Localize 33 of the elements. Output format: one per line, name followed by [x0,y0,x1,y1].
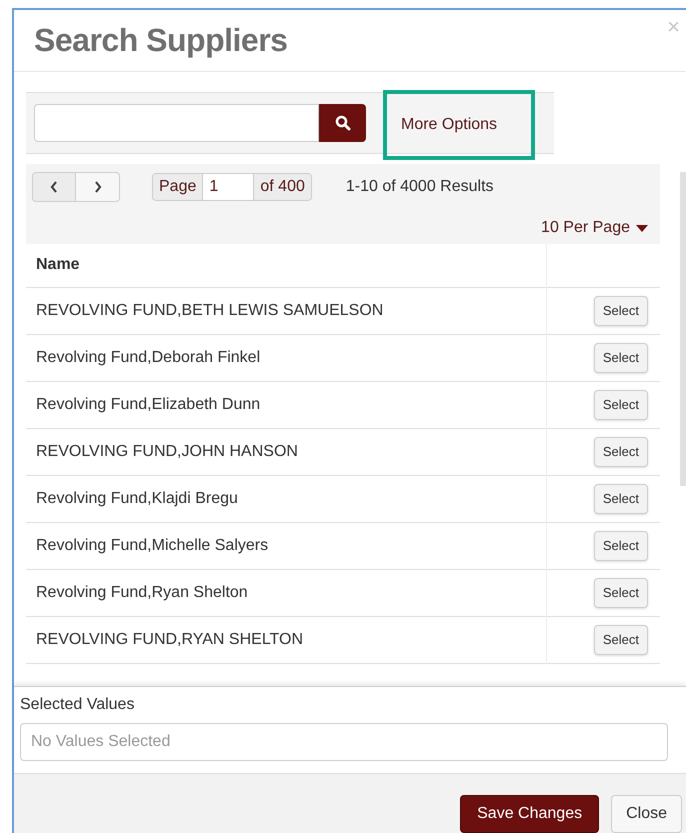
select-button[interactable]: Select [594,342,648,372]
next-page-button[interactable] [76,172,120,202]
chevron-left-icon [50,181,58,193]
supplier-name: Revolving Fund,Elizabeth Dunn [26,381,546,428]
search-button[interactable] [319,104,366,142]
select-button[interactable]: Select [594,390,648,420]
supplier-name: Revolving Fund,Ryan Shelton [26,569,546,616]
supplier-name: REVOLVING FUND,JOHN HANSON [26,428,546,475]
supplier-name: Revolving Fund,Deborah Finkel [26,334,546,381]
close-button[interactable]: Close [611,795,682,833]
previous-page-button[interactable] [32,172,76,202]
supplier-name: Revolving Fund,Michelle Salyers [26,522,546,569]
search-field[interactable] [34,104,319,142]
results-count: 1-10 of 4000 Results [346,177,494,197]
supplier-name: REVOLVING FUND,RYAN SHELTON [26,616,546,663]
chevron-right-icon [94,181,102,193]
selected-values-label: Selected Values [20,695,136,715]
select-button[interactable]: Select [594,530,648,560]
select-button[interactable]: Select [594,296,648,326]
select-button[interactable]: Select [594,436,648,466]
select-button[interactable]: Select [594,578,648,608]
per-page-dropdown[interactable]: 10 Per Page [541,216,648,240]
select-button[interactable]: Select [594,484,648,514]
column-header: Name [26,244,546,287]
caret-down-icon [636,224,648,232]
dialog-title: Search Suppliers [34,21,288,60]
supplier-name: Revolving Fund,Klajdi Bregu [26,475,546,522]
search-icon [334,115,350,131]
selected-values-field[interactable]: No Values Selected [20,723,668,761]
save-button[interactable]: Save Changes [460,795,600,833]
more-options-link[interactable]: More Options [383,90,535,160]
supplier-name: REVOLVING FUND,BETH LEWIS SAMUELSON [26,287,546,334]
select-button[interactable]: Select [594,624,648,654]
